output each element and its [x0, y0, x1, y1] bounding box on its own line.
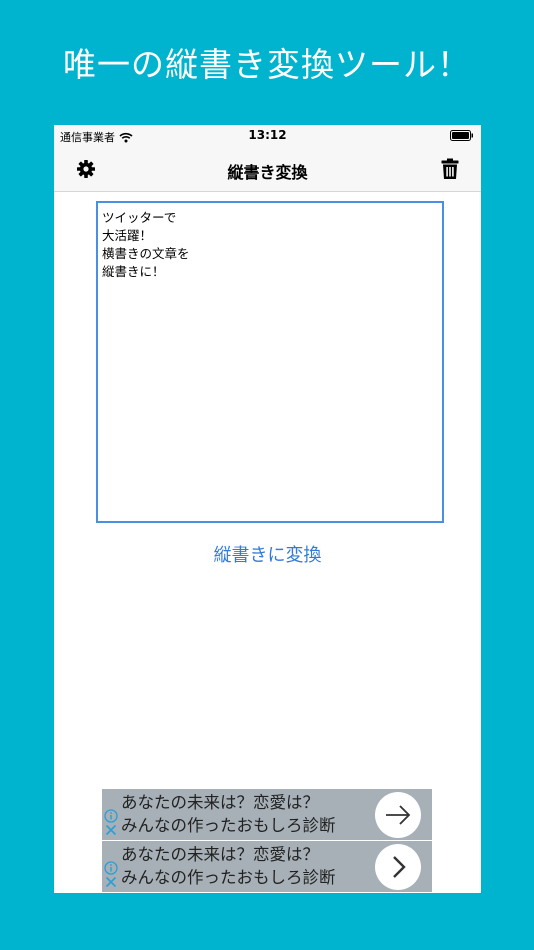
navigation-bar: 縦書き変換	[54, 147, 481, 192]
arrow-right-icon	[386, 805, 411, 825]
battery-icon	[450, 130, 473, 141]
info-icon[interactable]	[104, 809, 118, 823]
status-time: 13:12	[248, 128, 287, 142]
ad-text: あなたの未来は？恋愛は？ みんなの作ったおもしろ診断	[121, 843, 376, 889]
ad-text: あなたの未来は？恋愛は？ みんなの作ったおもしろ診断	[121, 791, 376, 837]
info-icon[interactable]	[104, 861, 118, 875]
ad-cta-button[interactable]	[375, 844, 421, 890]
close-icon[interactable]	[105, 824, 117, 836]
ad-line-1: あなたの未来は？恋愛は？	[121, 845, 319, 864]
chevron-right-icon	[393, 856, 406, 878]
text-input-area[interactable]: ツイッターで 大活躍！ 横書きの文章を 縦書きに！	[96, 201, 444, 523]
ad-banner[interactable]: あなたの未来は？恋愛は？ みんなの作ったおもしろ診断	[102, 789, 432, 840]
ad-line-2: みんなの作ったおもしろ診断	[121, 816, 336, 835]
ad-banner[interactable]: あなたの未来は？恋愛は？ みんなの作ったおもしろ診断	[102, 841, 432, 892]
ad-line-2: みんなの作ったおもしろ診断	[121, 868, 336, 887]
close-icon[interactable]	[105, 876, 117, 888]
status-bar: 通信事業者 13:12	[54, 125, 481, 147]
headline: 唯一の縦書き変換ツール！	[63, 45, 471, 84]
app-screen: 通信事業者 13:12 縦書き変換 ツイッターで 大活躍！ 横書きの文章を 縦書…	[54, 125, 481, 893]
page-title: 縦書き変換	[227, 163, 308, 182]
trash-icon[interactable]	[441, 158, 459, 180]
convert-button[interactable]: 縦書きに変換	[54, 541, 481, 567]
ad-line-1: あなたの未来は？恋愛は？	[121, 793, 319, 812]
ad-cta-button[interactable]	[375, 792, 421, 838]
